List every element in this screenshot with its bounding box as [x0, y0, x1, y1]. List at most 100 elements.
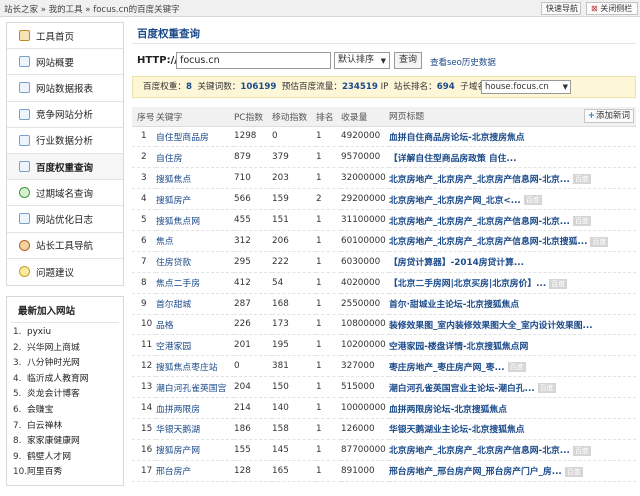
page-title-link[interactable]: 北京房地产_北京房产_北京房产信息网-北京... — [389, 446, 570, 456]
keyword-link[interactable]: 焦点 — [156, 230, 234, 252]
keyword-link[interactable]: 自住型商品房 — [156, 126, 234, 148]
page-title-link[interactable]: 北京房地产_北京房产_北京房产信息网-北京... — [389, 217, 570, 227]
new-site-link[interactable]: 兴华网上商城 — [27, 343, 80, 353]
list-item[interactable]: 4. 临沂成人教育网 — [13, 372, 123, 388]
page-title-link[interactable]: 首尔·甜城业主论坛-北京搜狐焦点 — [389, 300, 519, 310]
new-site-link[interactable]: 阿里百秀 — [27, 467, 62, 477]
keyword-link[interactable]: 空港家园 — [156, 334, 234, 357]
page-title-link[interactable]: 北京房地产_北京房产_北京房产信息网-北京... — [389, 175, 570, 185]
keyword-link[interactable]: 住房贷款 — [156, 251, 234, 273]
sidebar-item-label: 网站概要 — [36, 57, 75, 69]
snapshot-badge[interactable]: 百度 — [590, 236, 609, 247]
keyword-link[interactable]: 血拼两限房 — [156, 397, 234, 419]
sidebar-item-competitor-analysis[interactable]: 竞争网站分析 — [7, 102, 123, 128]
page-title-link[interactable]: 空港家园-楼盘详情-北京搜狐焦点网 — [389, 342, 528, 352]
new-site-link[interactable]: 临沂成人教育网 — [27, 374, 89, 384]
page-title-link[interactable]: 【详解自住型商品房政策 自住... — [389, 154, 516, 164]
indexed-count: 9570000 — [341, 146, 389, 169]
sidebar-item-feedback[interactable]: 问题建议 — [7, 259, 123, 285]
sidebar-item-tools-home[interactable]: 工具首页 — [7, 23, 123, 50]
row-number: 16 — [132, 439, 156, 461]
quick-nav-button[interactable]: 快速导航 — [541, 2, 581, 15]
indexed-count: 10800000 — [341, 314, 389, 336]
page-title-cell: 【详解自住型商品房政策 自住... — [389, 146, 636, 169]
snapshot-badge[interactable]: 百度 — [549, 278, 568, 289]
page-title-link[interactable]: 潮白河孔雀英国宫业主论坛-潮白孔... — [389, 384, 535, 394]
sidebar-item-expired-domains[interactable]: 过期域名查询 — [7, 180, 123, 207]
table-row: 3 搜狐焦点 710 203 1 32000000 北京房地产_北京房产_北京房产信息网-北… — [132, 167, 636, 190]
page-title-link[interactable]: 【房贷计算器】-2014房贷计算... — [389, 258, 524, 268]
sidebar-item-tools-nav[interactable]: 站长工具导航 — [7, 233, 123, 259]
row-number: 17 — [132, 460, 156, 482]
new-site-link[interactable]: 家家康健康网 — [27, 436, 80, 446]
page-title-link[interactable]: 华银天鹅湖业主论坛-北京搜狐焦点 — [389, 425, 525, 435]
page-title-link[interactable]: 北京房地产_北京房产_北京房产信息网-北京搜狐... — [389, 237, 587, 247]
keyword-link[interactable]: 潮白河孔雀英国宫 — [156, 376, 234, 399]
rank-value: 694 — [436, 82, 455, 92]
table-row: 7 住房贷款 295 222 1 6030000 【房贷计算器】-2014房贷计算... — [132, 251, 636, 273]
keyword-link[interactable]: 华银天鹅湖 — [156, 418, 234, 440]
list-item[interactable]: 9. 鹤壁人才网 — [13, 450, 123, 466]
indexed-count: 29200000 — [341, 188, 389, 211]
list-item[interactable]: 7. 白云禅林 — [13, 419, 123, 435]
sidebar-item-industry-analysis[interactable]: 行业数据分析 — [7, 128, 123, 154]
page-title-link[interactable]: 装修效果图_室内装修效果图大全_室内设计效果图... — [389, 321, 593, 331]
page-title-link[interactable]: 邢台房地产_邢台房产网_邢台房产门户_房... — [389, 467, 562, 477]
mobile-index: 222 — [272, 251, 316, 273]
snapshot-badge[interactable]: 百度 — [572, 174, 591, 185]
sidebar-item-seo-log[interactable]: 网站优化日志 — [7, 206, 123, 233]
list-item[interactable]: 5. 炎龙会计博客 — [13, 387, 123, 403]
page-title-link[interactable]: 枣庄房地产_枣庄房产网_枣... — [389, 363, 505, 373]
new-site-link[interactable]: 会赚宝 — [27, 405, 53, 415]
list-item[interactable]: 8. 家家康健康网 — [13, 434, 123, 450]
keyword-link[interactable]: 搜狐房产 — [156, 188, 234, 211]
snapshot-badge[interactable]: 百度 — [507, 362, 526, 373]
page-title-cell: 北京房地产_北京房产_北京房产信息网-北京... 百度 — [389, 209, 636, 231]
list-item[interactable]: 1. pyxiu — [13, 325, 123, 341]
snapshot-badge[interactable]: 百度 — [564, 466, 583, 477]
sort-select[interactable]: 默认排序 ▼ — [334, 52, 390, 69]
snapshot-badge[interactable]: 百度 — [523, 195, 542, 206]
snapshot-badge[interactable]: 百度 — [572, 445, 591, 456]
page-title-link[interactable]: 血拼自住商品房论坛-北京搜房焦点 — [389, 133, 525, 143]
new-site-link[interactable]: 炎龙会计博客 — [27, 389, 80, 399]
list-item[interactable]: 2. 兴华网上商城 — [13, 341, 123, 357]
seo-history-link[interactable]: 查看seo历史数据 — [430, 56, 496, 68]
snapshot-badge[interactable]: 百度 — [537, 383, 556, 394]
keyword-table: 序号 关键字 PC指数 移动指数 排名 收录量 网页标题 +添加新词 1 自住型商品… — [132, 107, 636, 482]
keyword-link[interactable]: 首尔甜城 — [156, 293, 234, 315]
list-item[interactable]: 3. 八分钟时光网 — [13, 356, 123, 372]
new-site-link[interactable]: 鹤壁人才网 — [27, 452, 71, 462]
keyword-link[interactable]: 搜狐焦点枣庄站 — [156, 355, 234, 378]
breadcrumb[interactable]: 站长之家 » 我的工具 » focus.cn的百度关键字 — [4, 3, 180, 15]
list-item[interactable]: 6. 会赚宝 — [13, 403, 123, 419]
page-title-link[interactable]: 北京房地产_北京房产网_北京<... — [389, 196, 521, 206]
add-keyword-button[interactable]: +添加新词 — [583, 109, 634, 124]
keyword-link[interactable]: 邢台房产 — [156, 460, 234, 482]
keyword-link[interactable]: 搜狐房产网 — [156, 439, 234, 461]
snapshot-badge[interactable]: 百度 — [572, 216, 591, 226]
row-number: 15 — [132, 418, 156, 440]
close-sidebar-button[interactable]: ⊠ 关闭侧栏 — [586, 2, 638, 15]
domain-input[interactable] — [176, 52, 331, 69]
page-title-link[interactable]: 【北京二手房网|北京买房|北京房价】... — [389, 279, 546, 289]
row-number: 4 — [132, 188, 156, 211]
keyword-link[interactable]: 搜狐焦点网 — [156, 209, 234, 231]
page-title-link[interactable]: 血拼两限房论坛-北京搜狐焦点 — [389, 405, 507, 415]
keyword-link[interactable]: 自住房 — [156, 146, 234, 169]
new-site-link[interactable]: pyxiu — [27, 327, 51, 337]
subdomain-select[interactable]: house.focus.cn ▼ — [481, 80, 571, 94]
sidebar-item-data-report[interactable]: 网站数据报表 — [7, 75, 123, 102]
sidebar-item-site-overview[interactable]: 网站概要 — [7, 49, 123, 76]
keyword-link[interactable]: 搜狐焦点 — [156, 167, 234, 190]
new-site-link[interactable]: 白云禅林 — [27, 421, 62, 431]
new-site-link[interactable]: 八分钟时光网 — [27, 358, 80, 368]
list-item[interactable]: 10.阿里百秀 — [13, 465, 123, 481]
sidebar-item-baidu-weight[interactable]: 百度权重查询 — [7, 153, 123, 181]
traffic-unit: IP — [380, 82, 389, 92]
close-icon: ⊠ — [591, 4, 598, 13]
query-button[interactable]: 查询 — [394, 52, 422, 69]
keyword-link[interactable]: 品格 — [156, 314, 234, 336]
keyword-link[interactable]: 焦点二手房 — [156, 272, 234, 294]
add-keyword-label: 添加新词 — [595, 111, 630, 122]
